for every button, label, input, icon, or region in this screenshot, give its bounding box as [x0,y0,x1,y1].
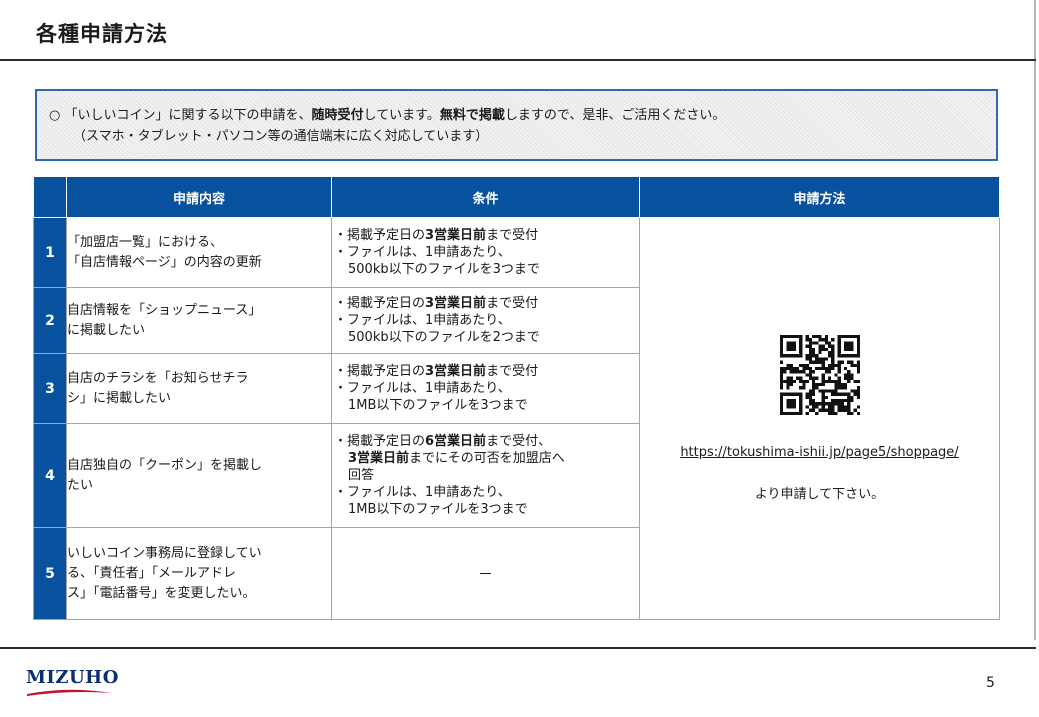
condition-line: 1MB以下のファイルを3つまで [348,502,528,517]
notice-text-c: しています。 [363,108,440,123]
condition-text: まで受付 [486,296,539,311]
condition-line: ・ファイルは、1申請あたり、 [334,485,511,500]
mizuho-logo: MIZUHO [26,667,119,688]
condition-text: までにその可否を加盟店へ [409,451,565,466]
request-content: 自店独自の「クーポン」を掲載し たい [66,423,332,528]
request-content: いしいコイン事務局に登録してい る、「責任者」「メールアドレ ス」「電話番号」を… [66,527,332,620]
content-line: 自店のチラシを「お知らせチラ [67,370,249,386]
condition-text: ・掲載予定日の [334,434,426,449]
condition-deadline: 3営業日前 [425,296,487,311]
condition-line: ・ファイルは、1申請あたり、 [334,313,511,328]
content-line: いしいコイン事務局に登録してい [67,545,262,561]
condition-deadline: 6営業日前 [425,434,487,449]
condition-deadline: 3営業日前 [425,228,487,243]
content-line: 自店情報を「ショップニュース」 [67,302,262,318]
condition-line: 3営業日前までにその可否を加盟店へ [332,450,639,467]
condition-deadline: 3営業日前 [425,364,487,379]
content-line: 自店独自の「クーポン」を掲載し [67,457,263,473]
conditions: ・掲載予定日の6営業日前まで受付、 3営業日前までにその可否を加盟店へ 回答 ・… [331,423,640,528]
notice-box: ○ 「いしいコイン」に関する以下の申請を、随時受付しています。無料で掲載しますの… [35,89,998,161]
row-number: 4 [33,423,67,528]
application-method: https://tokushima-ishii.jp/page5/shoppag… [639,217,1000,620]
shop-page-link[interactable]: https://tokushima-ishii.jp/page5/shoppag… [640,445,999,460]
notice-text-a: 「いしいコイン」に関する以下の申請を、 [64,108,312,123]
content-line: たい [67,477,94,493]
conditions: ・掲載予定日の3営業日前まで受付 ・ファイルは、1申請あたり、 500kb以下の… [331,217,640,288]
condition-line: 回答 [348,468,375,483]
notice-line-2: （スマホ・タブレット・パソコン等の通信端末に広く対応しています） [73,129,489,144]
conditions-none: － [331,527,640,620]
request-content: 自店情報を「ショップニュース」 に掲載したい [66,287,332,354]
header-number-cell [33,176,67,218]
content-line: に掲載したい [67,322,146,338]
condition-text: まで受付 [486,364,539,379]
content-line: 「加盟店一覧」における、 [67,234,224,250]
request-content: 自店のチラシを「お知らせチラ シ」に掲載したい [66,353,332,424]
condition-line: ・掲載予定日の6営業日前まで受付、 [332,433,639,450]
conditions: ・掲載予定日の3営業日前まで受付 ・ファイルは、1申請あたり、 1MB以下のファ… [331,353,640,424]
header-condition: 条件 [331,176,640,218]
content-line: 「自店情報ページ」の内容の更新 [67,254,262,270]
header-content: 申請内容 [66,176,332,218]
condition-line: 500kb以下のファイルを2つまで [348,330,540,345]
condition-line: ・掲載予定日の3営業日前まで受付 [332,295,639,312]
content-line: ス」「電話番号」を変更したい。 [67,585,256,601]
condition-text: まで受付 [486,228,539,243]
conditions: ・掲載予定日の3営業日前まで受付 ・ファイルは、1申請あたり、 500kb以下の… [331,287,640,354]
notice-emphasis-free: 無料で掲載 [439,108,505,123]
notice-text-e: しますので、是非、ご活用ください。 [504,108,726,123]
content-line: シ」に掲載したい [67,390,172,406]
application-table: 申請内容 条件 申請方法 1 「加盟店一覧」における、 「自店情報ページ」の内容… [33,176,1000,620]
condition-line: ・ファイルは、1申請あたり、 [334,381,511,396]
page-number: 5 [986,675,995,691]
condition-text: ・掲載予定日の [334,364,426,379]
title-divider [0,59,1036,61]
condition-text: ・掲載予定日の [334,228,426,243]
notice-emphasis-anytime: 随時受付 [311,108,364,123]
condition-deadline: 3営業日前 [348,451,410,466]
logo-swoosh-icon [27,689,111,696]
condition-text: ・掲載予定日の [334,296,426,311]
row-number: 5 [33,527,67,620]
table-row: 1 「加盟店一覧」における、 「自店情報ページ」の内容の更新 ・掲載予定日の3営… [33,217,1000,620]
condition-line: ・掲載予定日の3営業日前まで受付 [332,363,639,380]
condition-line: ・掲載予定日の3営業日前まで受付 [332,227,639,244]
condition-line: ・ファイルは、1申請あたり、 [334,245,511,260]
row-number: 2 [33,287,67,354]
footer-divider [0,647,1036,649]
table-header-row: 申請内容 条件 申請方法 [33,176,1000,218]
row-number: 3 [33,353,67,424]
notice-bullet: ○ [49,108,61,123]
method-note: より申請して下さい。 [754,487,885,502]
condition-text: まで受付、 [486,434,552,449]
page-title: 各種申請方法 [36,22,168,46]
row-number: 1 [33,217,67,288]
header-method: 申請方法 [639,176,1000,218]
condition-line: 1MB以下のファイルを3つまで [348,398,528,413]
condition-line: 500kb以下のファイルを3つまで [348,262,540,277]
notice-line-1: ○ 「いしいコイン」に関する以下の申請を、随時受付しています。無料で掲載しますの… [49,105,725,126]
request-content: 「加盟店一覧」における、 「自店情報ページ」の内容の更新 [66,217,332,288]
slide-right-edge [1034,0,1036,640]
content-line: る、「責任者」「メールアドレ [67,565,237,581]
qr-code-icon[interactable] [779,335,860,415]
